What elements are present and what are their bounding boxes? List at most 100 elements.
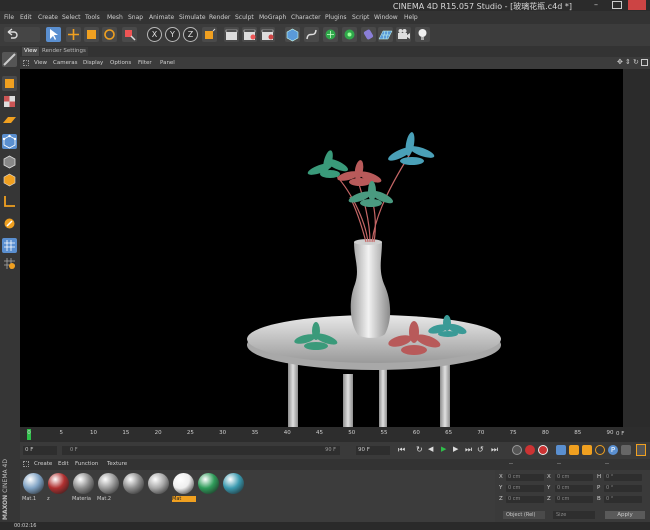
- menu-script[interactable]: Script: [352, 14, 369, 21]
- size-mode-select[interactable]: Size: [553, 511, 595, 519]
- viewport-rotate-icon[interactable]: ↻: [633, 59, 640, 66]
- material-menu-texture[interactable]: Texture: [107, 461, 127, 467]
- render-view-button[interactable]: [224, 27, 239, 42]
- menu-snap[interactable]: Snap: [128, 14, 143, 21]
- viewport-menu-display[interactable]: Display: [83, 60, 103, 66]
- tweak-mode-button[interactable]: [2, 216, 17, 231]
- texture-mode-button[interactable]: [2, 94, 17, 109]
- minimize-button[interactable]: –: [594, 1, 604, 9]
- coordinate-field-rot[interactable]: 0 °: [604, 485, 642, 492]
- current-frame-field[interactable]: 0 F: [23, 446, 57, 455]
- x-axis-lock-button[interactable]: X: [147, 27, 162, 42]
- coordinate-field-size[interactable]: 0 cm: [555, 474, 593, 481]
- apply-button[interactable]: Apply: [605, 511, 645, 519]
- undo-button[interactable]: [4, 27, 40, 42]
- material-swatch[interactable]: Mat.1: [22, 473, 44, 505]
- render-settings-button[interactable]: [260, 27, 275, 42]
- 3d-viewport[interactable]: [20, 69, 623, 427]
- menu-plugins[interactable]: Plugins: [325, 14, 347, 21]
- keyframe-selection-icon[interactable]: [556, 445, 566, 455]
- parameter-key-icon[interactable]: P: [608, 445, 618, 455]
- coordinate-field-rot[interactable]: 0 °: [604, 474, 642, 481]
- snap-button[interactable]: [2, 238, 17, 253]
- coordinate-mode-select[interactable]: Object (Rel): [503, 511, 545, 519]
- menu-simulate[interactable]: Simulate: [179, 14, 206, 21]
- coordinate-field-pos[interactable]: 0 cm: [506, 474, 544, 481]
- timeline-window-icon[interactable]: [636, 444, 646, 456]
- coordinate-field-size[interactable]: 0 cm: [555, 485, 593, 492]
- point-level-icon[interactable]: [621, 445, 631, 455]
- points-mode-button[interactable]: [2, 134, 17, 149]
- viewport-maximize-icon[interactable]: [641, 59, 648, 66]
- model-mode-button[interactable]: [2, 76, 17, 91]
- menu-edit[interactable]: Edit: [20, 14, 32, 21]
- make-editable-button[interactable]: [2, 52, 17, 67]
- material-menu-create[interactable]: Create: [34, 461, 52, 467]
- menu-render[interactable]: Render: [209, 14, 230, 21]
- recent-tool-button[interactable]: [122, 27, 137, 42]
- menu-window[interactable]: Window: [374, 14, 398, 21]
- coordinate-field-size[interactable]: 0 cm: [555, 496, 593, 503]
- edges-mode-button[interactable]: [2, 154, 17, 169]
- tab-view[interactable]: View: [22, 47, 40, 56]
- loop-icon[interactable]: ↻: [416, 445, 423, 454]
- go-to-start-icon[interactable]: ⏮: [398, 445, 405, 455]
- lock-workplane-button[interactable]: [2, 256, 17, 271]
- step-forward-icon[interactable]: ▶: [453, 445, 458, 453]
- viewport-menu-filter[interactable]: Filter: [138, 60, 152, 66]
- z-axis-lock-button[interactable]: Z: [183, 27, 198, 42]
- rotation-key-icon[interactable]: [595, 445, 605, 455]
- cube-button[interactable]: [285, 27, 300, 42]
- rotate-tool-button[interactable]: [102, 27, 117, 42]
- viewport-zoom-icon[interactable]: ⇕: [625, 59, 632, 66]
- subdivision-button[interactable]: [323, 27, 338, 42]
- viewport-menu-options[interactable]: Options: [110, 60, 131, 66]
- autokey-icon[interactable]: [538, 445, 548, 455]
- material-swatch[interactable]: [122, 473, 144, 505]
- material-swatch[interactable]: [197, 473, 219, 505]
- material-swatch[interactable]: [147, 473, 169, 505]
- menu-mograph[interactable]: MoGraph: [259, 14, 286, 21]
- polygons-mode-button[interactable]: [2, 172, 17, 187]
- step-back-icon[interactable]: ◀: [428, 445, 433, 453]
- material-swatch[interactable]: Mat.2: [97, 473, 119, 505]
- menu-file[interactable]: File: [4, 14, 14, 21]
- scale-tool-button[interactable]: [84, 27, 99, 42]
- material-swatch[interactable]: [222, 473, 244, 505]
- camera-button[interactable]: [396, 27, 411, 42]
- viewport-menu-cameras[interactable]: Cameras: [53, 60, 77, 66]
- live-selection-button[interactable]: [46, 27, 61, 42]
- light-button[interactable]: [415, 27, 430, 42]
- record-icon[interactable]: [525, 445, 535, 455]
- refresh-icon[interactable]: ↺: [477, 445, 484, 454]
- tab-render-settings[interactable]: Render Settings: [40, 47, 88, 56]
- end-frame-field[interactable]: 90 F: [356, 446, 390, 455]
- play-icon[interactable]: ▶: [441, 445, 446, 453]
- material-swatch[interactable]: Mat: [172, 473, 196, 505]
- maximize-button[interactable]: [612, 1, 622, 9]
- viewport-menu-view[interactable]: View: [34, 60, 47, 66]
- viewport-menu-panel[interactable]: Panel: [160, 60, 175, 66]
- position-key-icon[interactable]: [569, 445, 579, 455]
- go-to-end-icon[interactable]: ⏭: [465, 445, 472, 455]
- menu-mesh[interactable]: Mesh: [107, 14, 123, 21]
- menu-select[interactable]: Select: [62, 14, 81, 21]
- move-tool-button[interactable]: [66, 27, 81, 42]
- coordinate-field-pos[interactable]: 0 cm: [506, 496, 544, 503]
- menu-tools[interactable]: Tools: [85, 14, 100, 21]
- material-menu-edit[interactable]: Edit: [58, 461, 69, 467]
- close-button[interactable]: [628, 0, 646, 10]
- workplane-mode-button[interactable]: [2, 112, 17, 127]
- floor-button[interactable]: [378, 27, 393, 42]
- coordinate-field-rot[interactable]: 0 °: [604, 496, 642, 503]
- menu-create[interactable]: Create: [38, 14, 58, 21]
- spline-button[interactable]: [304, 27, 319, 42]
- coordinate-system-button[interactable]: [202, 27, 217, 42]
- material-menu-function[interactable]: Function: [75, 461, 98, 467]
- array-button[interactable]: [342, 27, 357, 42]
- viewport-move-icon[interactable]: ✥: [617, 59, 624, 66]
- menu-character[interactable]: Character: [291, 14, 321, 21]
- menu-help[interactable]: Help: [404, 14, 418, 21]
- deformer-button[interactable]: [361, 27, 376, 42]
- material-swatch[interactable]: Materia: [72, 473, 94, 505]
